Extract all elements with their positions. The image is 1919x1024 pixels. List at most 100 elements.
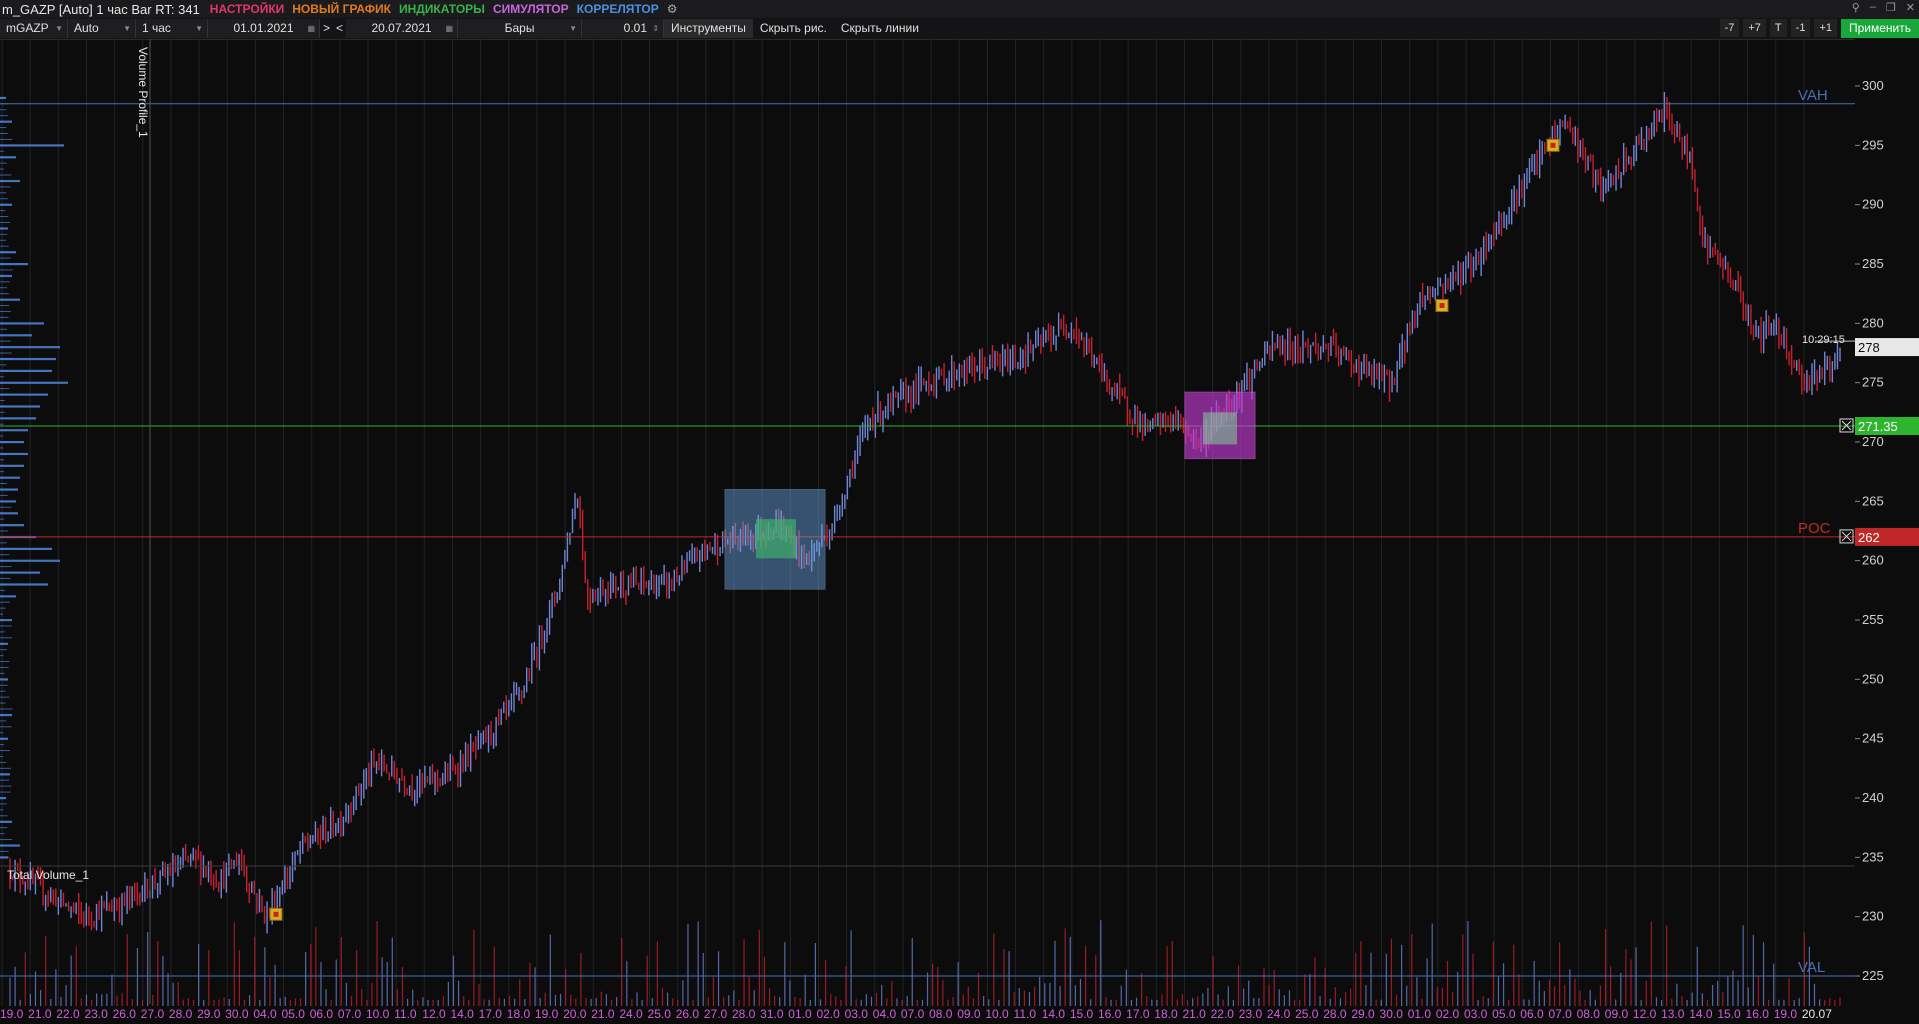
- apply-button[interactable]: Применить: [1840, 19, 1919, 38]
- profile-row: [0, 405, 9, 407]
- symbol-value: mGAZP: [6, 21, 49, 35]
- timeframe-select[interactable]: 1 час ▼: [136, 19, 208, 38]
- price-tick-label: 250: [1862, 671, 1884, 686]
- profile-row: [0, 257, 11, 259]
- profile-row: [0, 328, 7, 330]
- nav-back-button[interactable]: <: [333, 19, 346, 38]
- profile-row: [0, 293, 9, 295]
- date-tick-label: 03.0: [845, 1007, 869, 1021]
- title-bar: m_GAZP [Auto] 1 час Bar RT: 341 НАСТРОЙК…: [0, 0, 1919, 18]
- profile-row: [0, 269, 13, 271]
- profile-row: [0, 239, 6, 241]
- menu-correlator[interactable]: КОРРЕЛЯТОР: [577, 2, 659, 16]
- plus-7-button[interactable]: +7: [1743, 19, 1766, 37]
- hide-lines-button[interactable]: Скрыть линии: [834, 19, 926, 38]
- menu-new-chart[interactable]: НОВЫЙ ГРАФИК: [292, 2, 391, 16]
- profile-row: [0, 773, 6, 775]
- gears-icon[interactable]: ⚙: [667, 2, 678, 16]
- date-tick-label: 05.0: [1492, 1007, 1516, 1021]
- profile-row: [0, 483, 7, 485]
- calendar-icon[interactable]: ▦: [307, 19, 315, 38]
- profile-row: [0, 144, 11, 146]
- plus-1-button[interactable]: +1: [1814, 19, 1837, 37]
- profile-row: [0, 714, 7, 716]
- profile-row: [0, 127, 7, 129]
- date-tick-label: 11.0: [394, 1007, 417, 1021]
- step-stepper[interactable]: 0.01 ⇕: [582, 19, 665, 38]
- profile-row: [0, 109, 7, 111]
- profile-row: [0, 732, 4, 734]
- restore-icon[interactable]: ❐: [1886, 1, 1896, 14]
- price-tick-label: 240: [1862, 790, 1884, 805]
- profile-row: [0, 346, 7, 348]
- date-tick-label: 14.0: [1689, 1007, 1713, 1021]
- profile-row: [0, 750, 11, 752]
- scale-select[interactable]: Auto ▼: [68, 19, 136, 38]
- pin-icon[interactable]: ⚲: [1852, 1, 1860, 14]
- price-tick-label: 260: [1862, 553, 1884, 568]
- symbol-select[interactable]: mGAZP ▼: [0, 19, 68, 38]
- close-icon[interactable]: ✕: [1906, 1, 1915, 14]
- menu-indicators[interactable]: ИНДИКАТОРЫ: [399, 2, 485, 16]
- profile-row: [0, 180, 5, 182]
- profile-row: [0, 678, 7, 680]
- level-label-val: VAL: [1798, 959, 1825, 976]
- minimize-icon[interactable]: –: [1870, 1, 1876, 14]
- minus-1-button[interactable]: -1: [1790, 19, 1811, 37]
- chevron-down-icon: ▼: [569, 24, 578, 33]
- hide-drawings-button[interactable]: Скрыть рис.: [753, 19, 834, 38]
- price-chart[interactable]: VAH 271.35 POC 262 VAL 300 295 290 285 280 275 270…: [0, 39, 1919, 1021]
- date-tick-label: 16.0: [1746, 1007, 1770, 1021]
- profile-row: [0, 488, 12, 490]
- profile-row: [0, 334, 32, 337]
- profile-row: [0, 530, 9, 532]
- menu-simulator[interactable]: СИМУЛЯТОР: [493, 2, 569, 16]
- profile-row: [0, 607, 6, 609]
- profile-row: [0, 572, 7, 574]
- date-tick-label: 17.0: [479, 1007, 503, 1021]
- chart-toolbar: mGAZP ▼ Auto ▼ 1 час ▼ 01.01.2021 ▦ > < 20.0…: [0, 18, 1919, 40]
- date-tick-label: 27.0: [704, 1007, 728, 1021]
- profile-row: [0, 833, 5, 835]
- price-axis: 300 295 290 285 280 275 270 265 260 255 250 245 240 2…: [1815, 39, 1919, 1021]
- date-to-field[interactable]: 20.07.2021 ▦: [346, 19, 459, 38]
- chevron-down-icon: ▼: [195, 24, 203, 33]
- current-time-label: 10:29:15: [1802, 334, 1845, 346]
- signal-markers: [269, 138, 1560, 921]
- chart-area[interactable]: VAH 271.35 POC 262 VAL 300 295 290 285 280 275 270…: [0, 39, 1919, 1021]
- profile-row: [0, 221, 11, 223]
- level-label-poc: POC: [1798, 520, 1831, 537]
- date-from-field[interactable]: 01.01.2021 ▦: [208, 19, 320, 38]
- profile-row: [0, 150, 5, 152]
- nav-forward-button[interactable]: >: [320, 19, 333, 38]
- date-tick-label: 05.0: [282, 1007, 306, 1021]
- profile-row: [0, 346, 60, 349]
- minus-7-button[interactable]: -7: [1719, 19, 1740, 37]
- total-volume-label: Total Volume_1: [7, 868, 89, 882]
- date-tick-label: 24.0: [1267, 1007, 1291, 1021]
- calendar-icon[interactable]: ▦: [445, 19, 453, 38]
- profile-row: [0, 720, 7, 722]
- chevron-down-icon: ▼: [123, 24, 131, 33]
- profile-row: [0, 702, 6, 704]
- profile-row: [0, 589, 6, 591]
- signal-marker-core: [1439, 303, 1445, 309]
- instruments-button[interactable]: Инструменты: [664, 19, 753, 38]
- profile-row: [0, 471, 4, 473]
- profile-row: [0, 821, 11, 823]
- stepper-arrows-icon[interactable]: ⇕: [652, 19, 659, 38]
- profile-row: [0, 334, 4, 336]
- date-tick-label: 11.0: [1014, 1007, 1037, 1021]
- date-tick-label: 19.0: [1774, 1007, 1798, 1021]
- profile-row: [0, 115, 8, 117]
- profile-row: [0, 560, 5, 562]
- date-tick-label: 27.0: [141, 1007, 165, 1021]
- price-tick-label: 245: [1862, 731, 1884, 746]
- chart-type-select[interactable]: Бары ▼: [458, 19, 583, 38]
- price-tick-label: 275: [1862, 375, 1884, 390]
- t-button[interactable]: T: [1769, 19, 1787, 37]
- date-tick-label: 18.0: [507, 1007, 531, 1021]
- menu-settings[interactable]: НАСТРОЙКИ: [210, 2, 284, 16]
- profile-row: [0, 305, 10, 307]
- profile-row: [0, 198, 8, 200]
